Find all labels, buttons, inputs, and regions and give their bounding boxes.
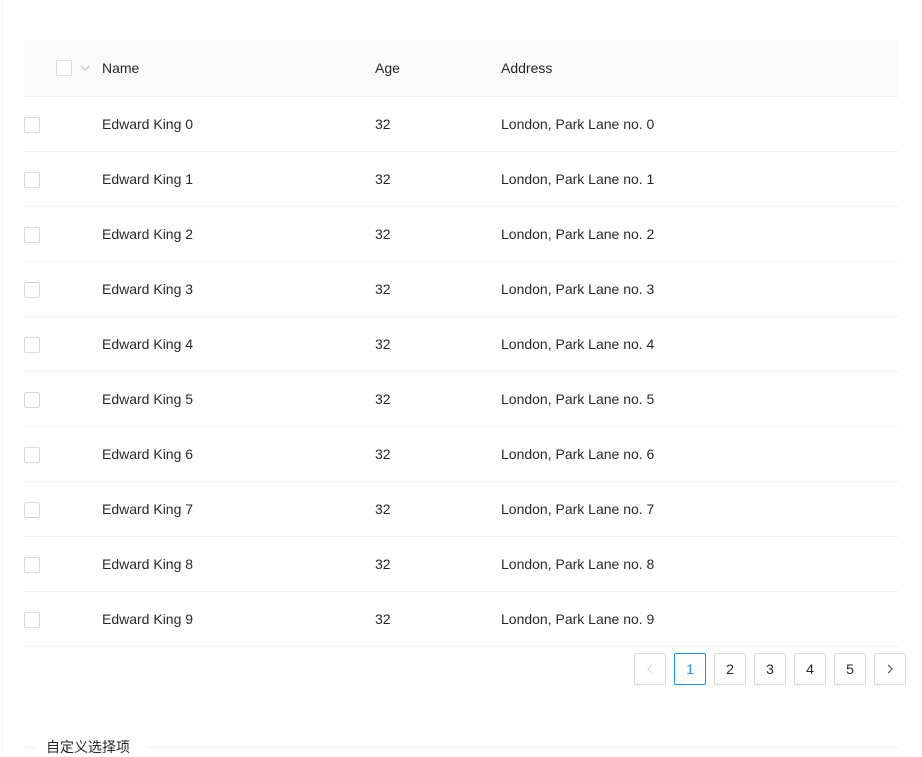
bottom-section-divider: 自定义选择项 xyxy=(24,737,898,757)
table-row[interactable]: Edward King 6 32 London, Park Lane no. 6 xyxy=(24,426,898,482)
row-checkbox[interactable] xyxy=(24,391,40,408)
table-header: Name Age Address xyxy=(24,40,898,97)
cell-name: Edward King 8 xyxy=(102,536,375,592)
row-checkbox[interactable] xyxy=(24,281,40,298)
cell-age: 32 xyxy=(375,206,501,262)
cell-name: Edward King 3 xyxy=(102,261,375,317)
divider-line-right xyxy=(146,746,898,748)
row-checkbox[interactable] xyxy=(24,501,40,518)
row-checkbox[interactable] xyxy=(24,226,40,243)
pagination-prev-button[interactable] xyxy=(634,653,666,685)
table-row[interactable]: Edward King 1 32 London, Park Lane no. 1 xyxy=(24,151,898,207)
row-checkbox[interactable] xyxy=(24,556,40,573)
table-row[interactable]: Edward King 8 32 London, Park Lane no. 8 xyxy=(24,536,898,592)
column-header-selection xyxy=(24,40,102,97)
users-table: Name Age Address Edward King 0 32 London… xyxy=(24,40,898,647)
cell-address: London, Park Lane no. 2 xyxy=(501,206,898,262)
chevron-left-icon xyxy=(644,663,656,675)
pagination-page-2[interactable]: 2 xyxy=(714,653,746,685)
cell-name: Edward King 6 xyxy=(102,426,375,482)
table-page: Name Age Address Edward King 0 32 London… xyxy=(24,0,922,755)
row-select-cell xyxy=(24,261,102,317)
table-row[interactable]: Edward King 7 32 London, Park Lane no. 7 xyxy=(24,481,898,537)
chevron-down-icon[interactable] xyxy=(79,62,91,74)
cell-address: London, Park Lane no. 3 xyxy=(501,261,898,317)
table-header-row: Name Age Address xyxy=(24,40,898,97)
cell-address: London, Park Lane no. 9 xyxy=(501,591,898,647)
row-checkbox[interactable] xyxy=(24,611,40,628)
row-select-cell xyxy=(24,481,102,537)
table-row[interactable]: Edward King 0 32 London, Park Lane no. 0 xyxy=(24,96,898,152)
row-select-cell xyxy=(24,316,102,372)
cell-age: 32 xyxy=(375,96,501,152)
page-left-edge xyxy=(2,0,3,751)
table-row[interactable]: Edward King 5 32 London, Park Lane no. 5 xyxy=(24,371,898,427)
pagination: 1 2 3 4 5 xyxy=(634,653,906,685)
pagination-page-5[interactable]: 5 xyxy=(834,653,866,685)
cell-address: London, Park Lane no. 5 xyxy=(501,371,898,427)
pagination-next-button[interactable] xyxy=(874,653,906,685)
row-checkbox[interactable] xyxy=(24,116,40,133)
divider-label: 自定义选择项 xyxy=(46,739,130,755)
column-header-name[interactable]: Name xyxy=(102,40,375,97)
cell-age: 32 xyxy=(375,536,501,592)
row-select-cell xyxy=(24,151,102,207)
row-select-cell xyxy=(24,426,102,482)
cell-age: 32 xyxy=(375,426,501,482)
cell-name: Edward King 1 xyxy=(102,151,375,207)
row-select-cell xyxy=(24,206,102,262)
cell-name: Edward King 0 xyxy=(102,96,375,152)
cell-name: Edward King 5 xyxy=(102,371,375,427)
column-header-address[interactable]: Address xyxy=(501,40,898,97)
row-checkbox[interactable] xyxy=(24,171,40,188)
chevron-right-icon xyxy=(884,663,896,675)
table-row[interactable]: Edward King 9 32 London, Park Lane no. 9 xyxy=(24,591,898,647)
table-row[interactable]: Edward King 3 32 London, Park Lane no. 3 xyxy=(24,261,898,317)
cell-age: 32 xyxy=(375,591,501,647)
column-header-age[interactable]: Age xyxy=(375,40,501,97)
row-select-cell xyxy=(24,371,102,427)
pagination-page-4[interactable]: 4 xyxy=(794,653,826,685)
divider-line-left xyxy=(24,746,36,748)
cell-address: London, Park Lane no. 4 xyxy=(501,316,898,372)
cell-address: London, Park Lane no. 0 xyxy=(501,96,898,152)
cell-age: 32 xyxy=(375,261,501,317)
table-row[interactable]: Edward King 4 32 London, Park Lane no. 4 xyxy=(24,316,898,372)
row-select-cell xyxy=(24,591,102,647)
cell-age: 32 xyxy=(375,151,501,207)
row-select-cell xyxy=(24,96,102,152)
cell-age: 32 xyxy=(375,371,501,427)
cell-address: London, Park Lane no. 1 xyxy=(501,151,898,207)
cell-address: London, Park Lane no. 7 xyxy=(501,481,898,537)
pagination-page-3[interactable]: 3 xyxy=(754,653,786,685)
select-all-checkbox[interactable] xyxy=(56,60,72,76)
row-checkbox[interactable] xyxy=(24,336,40,353)
cell-age: 32 xyxy=(375,481,501,537)
cell-address: London, Park Lane no. 8 xyxy=(501,536,898,592)
cell-name: Edward King 7 xyxy=(102,481,375,537)
cell-name: Edward King 4 xyxy=(102,316,375,372)
cell-age: 32 xyxy=(375,316,501,372)
cell-name: Edward King 9 xyxy=(102,591,375,647)
row-select-cell xyxy=(24,536,102,592)
cell-address: London, Park Lane no. 6 xyxy=(501,426,898,482)
table-row[interactable]: Edward King 2 32 London, Park Lane no. 2 xyxy=(24,206,898,262)
data-table-container: Name Age Address Edward King 0 32 London… xyxy=(24,40,898,647)
cell-name: Edward King 2 xyxy=(102,206,375,262)
pagination-page-1[interactable]: 1 xyxy=(674,653,706,685)
row-checkbox[interactable] xyxy=(24,446,40,463)
table-body: Edward King 0 32 London, Park Lane no. 0… xyxy=(24,96,898,647)
